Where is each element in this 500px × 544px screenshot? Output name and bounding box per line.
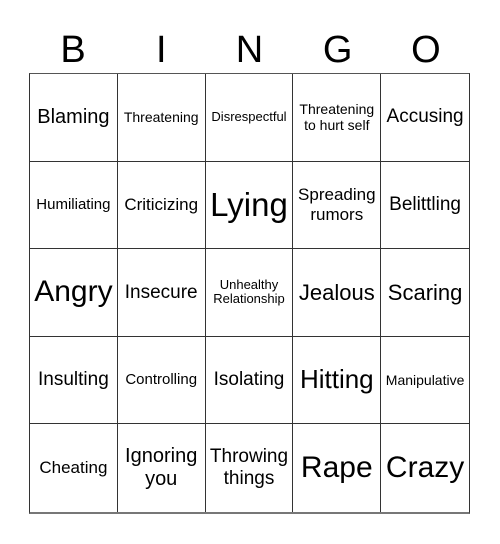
bingo-free-space[interactable]: Unhealthy Relationship	[205, 249, 294, 337]
bingo-cell[interactable]: Belittling	[381, 162, 469, 250]
bingo-cell[interactable]: Angry	[30, 249, 118, 337]
bingo-cell[interactable]: Insulting	[30, 336, 118, 425]
bingo-cell[interactable]: Controlling	[117, 336, 206, 425]
bingo-cell[interactable]: Manipulative	[381, 337, 469, 425]
bingo-cell[interactable]: Scaring	[381, 249, 469, 337]
bingo-cell[interactable]: Criticizing	[117, 161, 206, 250]
bingo-cell[interactable]: Cheating	[30, 424, 118, 512]
header-letter-n: N	[235, 29, 264, 71]
header-letter-g: G	[322, 29, 353, 71]
header-letter-i: I	[156, 29, 167, 71]
bingo-cell[interactable]: Disrespectful	[205, 74, 294, 162]
bingo-cell[interactable]: Lying	[205, 161, 294, 250]
bingo-cell[interactable]: Rape	[293, 424, 382, 512]
header-letter-o: O	[411, 29, 441, 71]
bingo-cell[interactable]: Accusing	[381, 74, 469, 162]
bingo-cell[interactable]: Insecure	[117, 249, 206, 337]
bingo-cell[interactable]: Isolating	[205, 336, 294, 425]
header-letter-b: B	[60, 29, 86, 71]
bingo-cell[interactable]: Blaming	[30, 74, 118, 162]
bingo-cell[interactable]: Ignoring you	[118, 424, 206, 512]
bingo-cell[interactable]: Hitting	[293, 336, 382, 425]
bingo-cell[interactable]: Throwing things	[206, 424, 294, 512]
bingo-header: B I N G O	[29, 28, 470, 72]
bingo-cell[interactable]: Humiliating	[30, 161, 118, 250]
bingo-cell[interactable]: Spreading rumors	[293, 161, 382, 250]
bingo-cell[interactable]: Jealous	[293, 249, 382, 337]
bingo-cell[interactable]: Crazy	[381, 424, 469, 512]
bingo-cell[interactable]: Threatening to hurt self	[293, 74, 382, 162]
bingo-board: Blaming Threatening Disrespectful Threat…	[29, 73, 470, 514]
bingo-cell[interactable]: Threatening	[117, 74, 206, 162]
